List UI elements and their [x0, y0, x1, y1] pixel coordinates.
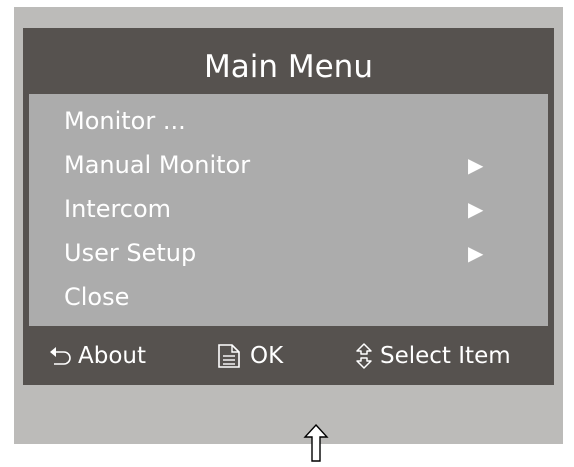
menu-item-close[interactable]: Close — [64, 277, 524, 321]
menu-list: Monitor ... Manual Monitor ▶ Intercom ▶ … — [29, 94, 548, 326]
dialog-title: Main Menu — [204, 48, 373, 85]
menu-item-manual-monitor[interactable]: Manual Monitor ▶ — [64, 145, 524, 189]
submenu-arrow-icon: ▶ — [468, 153, 484, 177]
document-icon — [216, 343, 242, 369]
submenu-arrow-icon: ▶ — [468, 197, 484, 221]
device-screen: Main Menu Monitor ... Manual Monitor ▶ I… — [14, 7, 563, 444]
menu-item-label: Intercom — [64, 195, 172, 223]
menu-item-label: Monitor ... — [64, 107, 186, 135]
about-softkey[interactable]: About — [48, 340, 146, 372]
menu-item-intercom[interactable]: Intercom ▶ — [64, 189, 524, 233]
menu-item-monitor[interactable]: Monitor ... — [64, 101, 524, 145]
up-arrow-icon — [303, 423, 329, 467]
back-arrow-icon — [48, 346, 72, 366]
menu-item-user-setup[interactable]: User Setup ▶ — [64, 233, 524, 277]
main-menu-dialog: Main Menu Monitor ... Manual Monitor ▶ I… — [23, 28, 554, 385]
up-down-arrow-icon — [354, 342, 374, 370]
ok-label: OK — [250, 343, 284, 369]
about-label: About — [78, 343, 147, 369]
submenu-arrow-icon: ▶ — [468, 241, 484, 265]
softkey-bar: About OK Select Item — [23, 328, 554, 385]
menu-item-label: User Setup — [64, 239, 197, 267]
ok-softkey[interactable]: OK — [216, 340, 283, 372]
menu-item-label: Close — [64, 283, 130, 311]
select-item-softkey[interactable]: Select Item — [354, 340, 511, 372]
select-item-label: Select Item — [380, 343, 511, 369]
menu-item-label: Manual Monitor — [64, 151, 251, 179]
